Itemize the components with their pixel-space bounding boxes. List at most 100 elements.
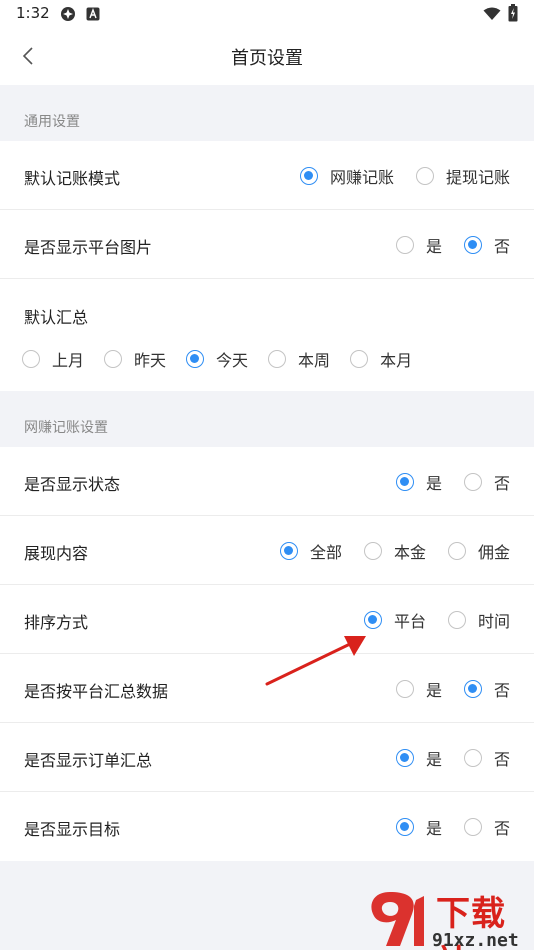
radio-option[interactable]: 是 [395,815,442,839]
setting-show-status: 是否显示状态 是 否 [0,447,534,516]
radio-checked-icon[interactable] [395,817,414,836]
radio-group: 是 否 [395,447,510,516]
setting-default-summary: 默认汇总 上月 昨天 今天 本周 本月 [0,279,534,391]
page-title: 首页设置 [231,48,303,69]
setting-default-mode: 默认记账模式 网赚记账 提现记账 [0,141,534,210]
radio-option[interactable]: 是 [395,677,442,701]
radio-option[interactable]: 是 [395,746,442,770]
radio-option[interactable]: 时间 [447,608,510,632]
radio-label: 否 [493,680,510,700]
radio-unchecked-icon[interactable] [463,472,482,491]
radio-unchecked-icon[interactable] [104,350,123,368]
radio-label: 平台 [393,611,426,631]
section-title: 通用设置 [24,114,80,130]
radio-unchecked-icon[interactable] [463,817,482,836]
radio-option[interactable]: 否 [463,677,510,701]
radio-checked-icon[interactable] [363,610,382,629]
radio-label: 是 [425,680,442,700]
setting-display-content: 展现内容 全部 本金 佣金 [0,516,534,585]
radio-group: 上月 昨天 今天 本周 本月 [22,347,412,371]
radio-unchecked-icon[interactable] [447,610,466,629]
setting-label: 是否显示目标 [24,820,121,839]
setting-label: 展现内容 [24,544,89,563]
radio-unchecked-icon[interactable] [363,541,382,560]
app-bar: 首页设置 [0,28,534,85]
radio-option[interactable]: 本金 [363,539,426,563]
radio-group: 是 否 [395,723,510,792]
setting-label: 是否显示订单汇总 [24,751,153,770]
radio-option[interactable]: 本月 [350,347,412,371]
radio-unchecked-icon[interactable] [463,748,482,767]
radio-group: 是 否 [395,210,510,279]
radio-label: 今天 [216,351,249,370]
radio-label: 本周 [298,351,331,370]
radio-unchecked-icon[interactable] [395,235,414,254]
radio-option[interactable]: 否 [463,470,510,494]
radio-checked-icon[interactable] [279,541,298,560]
radio-checked-icon[interactable] [299,166,318,185]
radio-label: 是 [425,236,442,256]
setting-label: 是否按平台汇总数据 [24,682,169,701]
radio-label: 否 [493,818,510,838]
section-header-online: 网赚记账设置 [0,391,534,447]
radio-group: 是 否 [395,654,510,723]
radio-option[interactable]: 否 [463,815,510,839]
radio-checked-icon[interactable] [395,748,414,767]
a-notification-icon [86,6,100,25]
radio-label: 否 [493,236,510,256]
radio-label: 昨天 [134,351,167,370]
radio-option[interactable]: 否 [463,746,510,770]
app-notification-icon [60,6,76,26]
radio-group: 全部 本金 佣金 [279,516,510,585]
radio-option[interactable]: 平台 [363,608,426,632]
radio-option[interactable]: 昨天 [104,347,166,371]
status-time: 1:32 [16,4,50,22]
setting-label: 默认汇总 [24,308,89,327]
radio-option[interactable]: 本周 [268,347,330,371]
radio-label: 佣金 [477,542,510,562]
radio-group: 是 否 [395,792,510,861]
status-bar: 1:32 [0,0,534,28]
radio-option[interactable]: 提现记账 [415,164,510,188]
radio-option[interactable]: 上月 [22,347,84,371]
radio-option[interactable]: 今天 [186,347,248,371]
radio-label: 提现记账 [445,167,510,187]
radio-group: 网赚记账 提现记账 [299,141,510,210]
radio-unchecked-icon[interactable] [350,350,369,368]
radio-unchecked-icon[interactable] [268,350,287,368]
section-title: 网赚记账设置 [24,420,108,436]
watermark-domain: 91xz.net [432,930,519,950]
radio-option[interactable]: 佣金 [447,539,510,563]
radio-unchecked-icon[interactable] [395,679,414,698]
radio-label: 是 [425,749,442,769]
radio-option[interactable]: 全部 [279,539,342,563]
radio-unchecked-icon[interactable] [22,350,40,368]
radio-label: 是 [425,818,442,838]
battery-icon [508,4,518,26]
radio-checked-icon[interactable] [395,472,414,491]
radio-label: 时间 [477,611,510,631]
radio-label: 本金 [393,542,426,562]
radio-option[interactable]: 网赚记账 [299,164,394,188]
setting-label: 默认记账模式 [24,169,121,188]
radio-checked-icon[interactable] [463,679,482,698]
radio-label: 本月 [380,351,413,370]
radio-label: 否 [493,749,510,769]
radio-option[interactable]: 否 [463,233,510,257]
radio-option[interactable]: 是 [395,470,442,494]
radio-checked-icon[interactable] [186,350,205,368]
section-header-general: 通用设置 [0,85,534,141]
radio-unchecked-icon[interactable] [415,166,434,185]
radio-label: 上月 [52,351,85,370]
setting-show-order-summary: 是否显示订单汇总 是 否 [0,723,534,792]
radio-unchecked-icon[interactable] [447,541,466,560]
radio-label: 网赚记账 [329,167,394,187]
setting-show-platform-image: 是否显示平台图片 是 否 [0,210,534,279]
setting-label: 是否显示平台图片 [24,238,153,257]
annotation-arrow-icon [265,636,366,686]
radio-checked-icon[interactable] [463,235,482,254]
radio-option[interactable]: 是 [395,233,442,257]
setting-label: 是否显示状态 [24,475,121,494]
wifi-icon [483,6,501,25]
setting-label: 排序方式 [24,613,89,632]
